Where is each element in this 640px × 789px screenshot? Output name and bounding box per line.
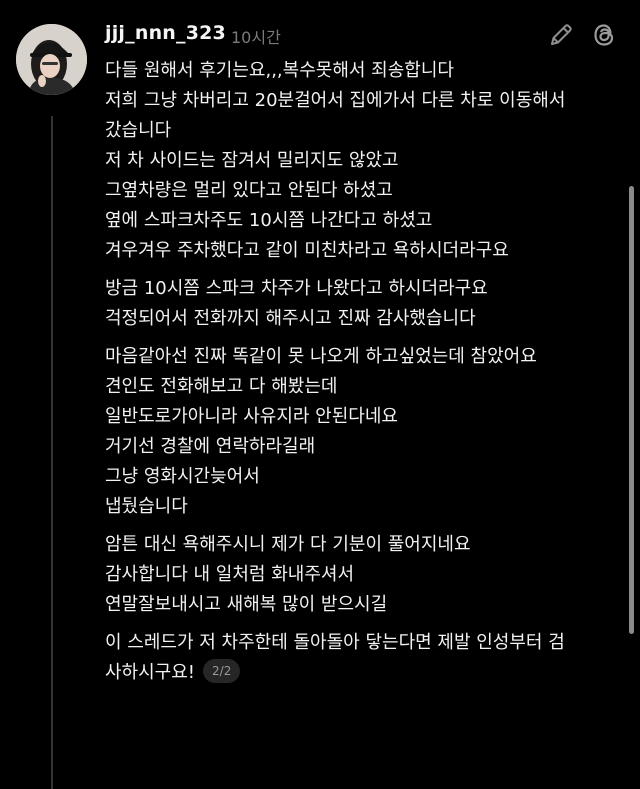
page-indicator-badge: 2/2 bbox=[203, 659, 241, 683]
username[interactable]: jjj_nnn_323 bbox=[105, 22, 226, 44]
text-line: 겨우겨우 주차했다고 같이 미친차라고 욕하시더라구요 bbox=[105, 240, 509, 261]
avatar-image bbox=[16, 24, 87, 95]
text-line: 일반도로가아니라 사유지라 안된다네요 bbox=[105, 406, 398, 427]
paragraph: 마음같아선 진짜 똑같이 못 나오게 하고싶었는데 참았어요 견인도 전화해보고… bbox=[105, 342, 620, 522]
paragraph: 암튼 대신 욕해주시니 제가 다 기분이 풀어지네요 감사합니다 내 일처럼 화… bbox=[105, 530, 620, 620]
text-line: 옆에 스파크차주도 10시쯤 나간다고 하셨고 bbox=[105, 210, 433, 231]
paragraph: 다들 원해서 후기는요,,,복수못해서 죄송합니다 저희 그냥 차버리고 20분… bbox=[105, 56, 620, 266]
avatar[interactable] bbox=[16, 24, 87, 95]
text-line: 견인도 전화해보고 다 해봤는데 bbox=[105, 376, 338, 397]
text-line: 갔습니다 bbox=[105, 120, 172, 141]
text-line: 감사합니다 내 일처럼 화내주셔서 bbox=[105, 564, 355, 585]
pencil-icon[interactable] bbox=[546, 20, 576, 50]
text-line: 방금 10시쯤 스파크 차주가 나왔다고 하시더라구요 bbox=[105, 278, 488, 299]
text-line: 다들 원해서 후기는요,,,복수못해서 죄송합니다 bbox=[105, 60, 454, 81]
text-line: 암튼 대신 욕해주시니 제가 다 기분이 풀어지네요 bbox=[105, 534, 471, 555]
text-line: 저 차 사이드는 잠겨서 밀리지도 않았고 bbox=[105, 150, 399, 171]
paragraph: 이 스레드가 저 차주한테 돌아돌아 닿는다면 제발 인성부터 검 사하시구요!… bbox=[105, 628, 620, 688]
text-line: 사하시구요! 2/2 bbox=[105, 658, 620, 688]
threads-logo-icon[interactable] bbox=[589, 20, 619, 50]
text-line: 그냥 영화시간늦어서 bbox=[105, 466, 260, 487]
text-line-content: 사하시구요! bbox=[105, 662, 196, 683]
scrollbar[interactable] bbox=[629, 186, 634, 634]
text-line: 마음같아선 진짜 똑같이 못 나오게 하고싶었는데 참았어요 bbox=[105, 346, 537, 367]
timestamp: 10시간 bbox=[231, 28, 281, 47]
paragraph: 방금 10시쯤 스파크 차주가 나왔다고 하시더라구요 걱정되어서 전화까지 해… bbox=[105, 274, 620, 334]
text-line: 거기선 경찰에 연락하라길래 bbox=[105, 436, 316, 457]
text-line: 이 스레드가 저 차주한테 돌아돌아 닿는다면 제발 인성부터 검 bbox=[105, 632, 565, 653]
thread-post: jjj_nnn_323 10시간 다들 원해서 후기는요,,,복수못해서 죄송합… bbox=[0, 0, 640, 789]
text-line: 연말잘보내시고 새해복 많이 받으시길 bbox=[105, 594, 388, 615]
thread-connector-line bbox=[51, 116, 53, 789]
post-body: 다들 원해서 후기는요,,,복수못해서 죄송합니다 저희 그냥 차버리고 20분… bbox=[105, 56, 620, 696]
text-line: 걱정되어서 전화까지 해주시고 진짜 감사했습니다 bbox=[105, 308, 476, 329]
text-line: 그옆차량은 멀리 있다고 안된다 하셨고 bbox=[105, 180, 393, 201]
text-line: 냅뒀습니다 bbox=[105, 496, 188, 517]
text-line: 저희 그냥 차버리고 20분걸어서 집에가서 다른 차로 이동해서 bbox=[105, 90, 566, 111]
